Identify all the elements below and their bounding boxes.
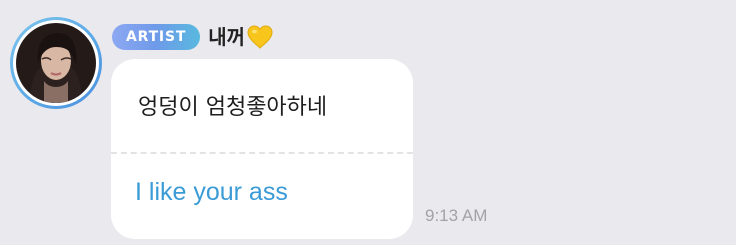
yellow-heart-icon bbox=[246, 24, 274, 50]
avatar-frame bbox=[13, 20, 99, 106]
artist-badge: ARTIST bbox=[112, 24, 201, 50]
message-timestamp: 9:13 AM bbox=[425, 206, 488, 225]
avatar[interactable] bbox=[10, 17, 102, 109]
author-header: ARTIST 내꺼 bbox=[112, 22, 274, 52]
avatar-photo bbox=[16, 23, 96, 103]
message-original-text: 엉덩이 엄청좋아하네 bbox=[138, 95, 328, 120]
author-name[interactable]: 내꺼 bbox=[208, 22, 245, 52]
message-translated-text: I like your ass bbox=[135, 178, 288, 206]
translation-divider bbox=[111, 152, 413, 154]
message-bubble[interactable]: 엉덩이 엄청좋아하네 I like your ass bbox=[111, 59, 413, 239]
